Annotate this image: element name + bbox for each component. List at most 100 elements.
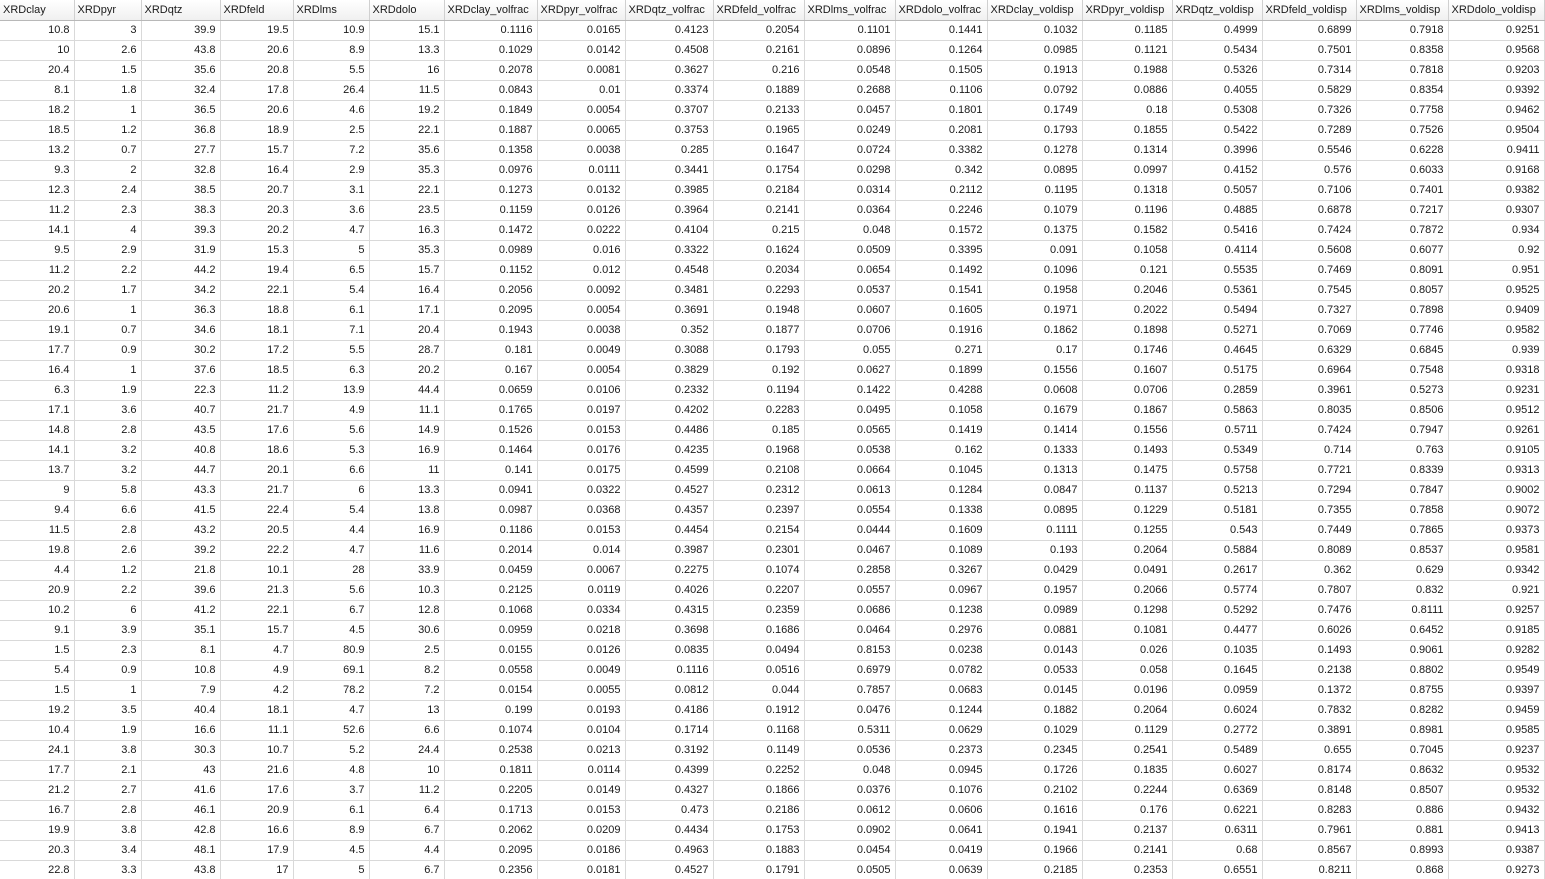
- table-cell[interactable]: 19.2: [369, 100, 445, 121]
- table-cell[interactable]: 0.1074: [444, 720, 538, 741]
- table-cell[interactable]: 0.012: [537, 260, 626, 281]
- table-cell[interactable]: 0.6369: [1172, 780, 1263, 801]
- table-row[interactable]: 9.5 2.9 31.9 15.3 5 35.3 0.0989 0.016 0.3322 0.16…: [0, 240, 1545, 261]
- table-cell[interactable]: 9.5: [0, 240, 75, 261]
- table-cell[interactable]: 5.6: [293, 420, 370, 441]
- table-cell[interactable]: 14.1: [0, 220, 75, 241]
- table-cell[interactable]: 43.8: [141, 860, 221, 879]
- table-cell[interactable]: 0.1149: [713, 740, 805, 761]
- column-header-xrdqtz-volfrac[interactable]: XRDqtz_volfrac: [625, 0, 714, 21]
- table-cell[interactable]: 0.1185: [1082, 20, 1173, 41]
- table-cell[interactable]: 12.3: [0, 180, 75, 201]
- table-cell[interactable]: 1.8: [74, 80, 142, 101]
- table-cell[interactable]: 0.1645: [1172, 660, 1263, 681]
- table-row[interactable]: 13.2 0.7 27.7 15.7 7.2 35.6 0.1358 0.0038 0.285 0…: [0, 140, 1545, 161]
- table-cell[interactable]: 0.2066: [1082, 580, 1173, 601]
- table-cell[interactable]: 0.014: [537, 540, 626, 561]
- table-cell[interactable]: 0.1313: [987, 460, 1083, 481]
- table-row[interactable]: 21.2 2.7 41.6 17.6 3.7 11.2 0.2205 0.0149 0.4327…: [0, 780, 1545, 801]
- table-cell[interactable]: 10.3: [369, 580, 445, 601]
- table-cell[interactable]: 43.8: [141, 40, 221, 61]
- table-cell[interactable]: 0.7045: [1356, 740, 1449, 761]
- table-cell[interactable]: 0.543: [1172, 520, 1263, 541]
- table-cell[interactable]: 0.17: [987, 340, 1083, 361]
- table-cell[interactable]: 0.0092: [537, 280, 626, 301]
- table-cell[interactable]: 0.271: [895, 340, 988, 361]
- table-cell[interactable]: 26.4: [293, 80, 370, 101]
- table-row[interactable]: 17.7 0.9 30.2 17.2 5.5 28.7 0.181 0.0049 0.3088 0…: [0, 340, 1545, 361]
- table-cell[interactable]: 0.162: [895, 440, 988, 461]
- table-cell[interactable]: 0.1152: [444, 260, 538, 281]
- table-cell[interactable]: 0.1849: [444, 100, 538, 121]
- table-cell[interactable]: 5.8: [74, 480, 142, 501]
- table-cell[interactable]: 0.0607: [804, 300, 896, 321]
- table-cell[interactable]: 6.7: [369, 820, 445, 841]
- table-cell[interactable]: 0.1791: [713, 860, 805, 879]
- table-cell[interactable]: 18.1: [220, 320, 294, 341]
- table-cell[interactable]: 0.1912: [713, 700, 805, 721]
- table-cell[interactable]: 3.3: [74, 860, 142, 879]
- table-cell[interactable]: 0.0843: [444, 80, 538, 101]
- table-cell[interactable]: 32.4: [141, 80, 221, 101]
- table-cell[interactable]: 0.1943: [444, 320, 538, 341]
- table-cell[interactable]: 0.1068: [444, 600, 538, 621]
- table-cell[interactable]: 0.2359: [713, 600, 805, 621]
- table-cell[interactable]: 0.0881: [987, 620, 1083, 641]
- table-cell[interactable]: 1: [74, 300, 142, 321]
- table-cell[interactable]: 20.6: [0, 300, 75, 321]
- table-cell[interactable]: 2.5: [293, 120, 370, 141]
- table-cell[interactable]: 16: [369, 60, 445, 81]
- table-cell[interactable]: 0.0724: [804, 140, 896, 161]
- table-cell[interactable]: 0.832: [1356, 580, 1449, 601]
- table-cell[interactable]: 0.0111: [537, 160, 626, 181]
- table-cell[interactable]: 0.9282: [1448, 640, 1545, 661]
- table-row[interactable]: 11.2 2.3 38.3 20.3 3.6 23.5 0.1159 0.0126 0.3964…: [0, 200, 1545, 221]
- table-cell[interactable]: 0.1079: [987, 200, 1083, 221]
- table-cell[interactable]: 0.9382: [1448, 180, 1545, 201]
- table-cell[interactable]: 1.9: [74, 720, 142, 741]
- table-cell[interactable]: 4.4: [369, 840, 445, 861]
- table-cell[interactable]: 42.8: [141, 820, 221, 841]
- table-cell[interactable]: 19.1: [0, 320, 75, 341]
- table-cell[interactable]: 0.0049: [537, 660, 626, 681]
- table-cell[interactable]: 0.1948: [713, 300, 805, 321]
- table-cell[interactable]: 0.7918: [1356, 20, 1449, 41]
- table-cell[interactable]: 2.4: [74, 180, 142, 201]
- table-cell[interactable]: 0.7314: [1262, 60, 1357, 81]
- table-cell[interactable]: 41.5: [141, 500, 221, 521]
- table-cell[interactable]: 0.193: [987, 540, 1083, 561]
- table-cell[interactable]: 30.3: [141, 740, 221, 761]
- table-cell[interactable]: 0.7526: [1356, 120, 1449, 141]
- table-cell[interactable]: 0.2185: [987, 860, 1083, 879]
- table-cell[interactable]: 6.6: [74, 500, 142, 521]
- table-cell[interactable]: 0.2332: [625, 380, 714, 401]
- table-cell[interactable]: 0.1372: [1262, 680, 1357, 701]
- table-cell[interactable]: 69.1: [293, 660, 370, 681]
- table-cell[interactable]: 4.5: [293, 620, 370, 641]
- table-cell[interactable]: 0.1029: [444, 40, 538, 61]
- table-cell[interactable]: 0.9525: [1448, 280, 1545, 301]
- table-cell[interactable]: 12.8: [369, 600, 445, 621]
- table-cell[interactable]: 0.92: [1448, 240, 1545, 261]
- table-cell[interactable]: 0.7289: [1262, 120, 1357, 141]
- table-cell[interactable]: 0.5546: [1262, 140, 1357, 161]
- table-cell[interactable]: 0.026: [1082, 640, 1173, 661]
- table-cell[interactable]: 0.0186: [537, 840, 626, 861]
- table-cell[interactable]: 0.7947: [1356, 420, 1449, 441]
- table-cell[interactable]: 0.9185: [1448, 620, 1545, 641]
- table-cell[interactable]: 0.3481: [625, 280, 714, 301]
- table-cell[interactable]: 0.7872: [1356, 220, 1449, 241]
- table-cell[interactable]: 0.0126: [537, 640, 626, 661]
- table-cell[interactable]: 3.6: [74, 400, 142, 421]
- table-cell[interactable]: 0.2283: [713, 400, 805, 421]
- table-cell[interactable]: 0.215: [713, 220, 805, 241]
- table-cell[interactable]: 2.8: [74, 520, 142, 541]
- table-cell[interactable]: 3.4: [74, 840, 142, 861]
- table-cell[interactable]: 0.0495: [804, 400, 896, 421]
- table-cell[interactable]: 0.0533: [987, 660, 1083, 681]
- table-cell[interactable]: 24.1: [0, 740, 75, 761]
- table-cell[interactable]: 0.1556: [987, 360, 1083, 381]
- table-cell[interactable]: 0.934: [1448, 220, 1545, 241]
- table-cell[interactable]: 0.1273: [444, 180, 538, 201]
- table-cell[interactable]: 0.1255: [1082, 520, 1173, 541]
